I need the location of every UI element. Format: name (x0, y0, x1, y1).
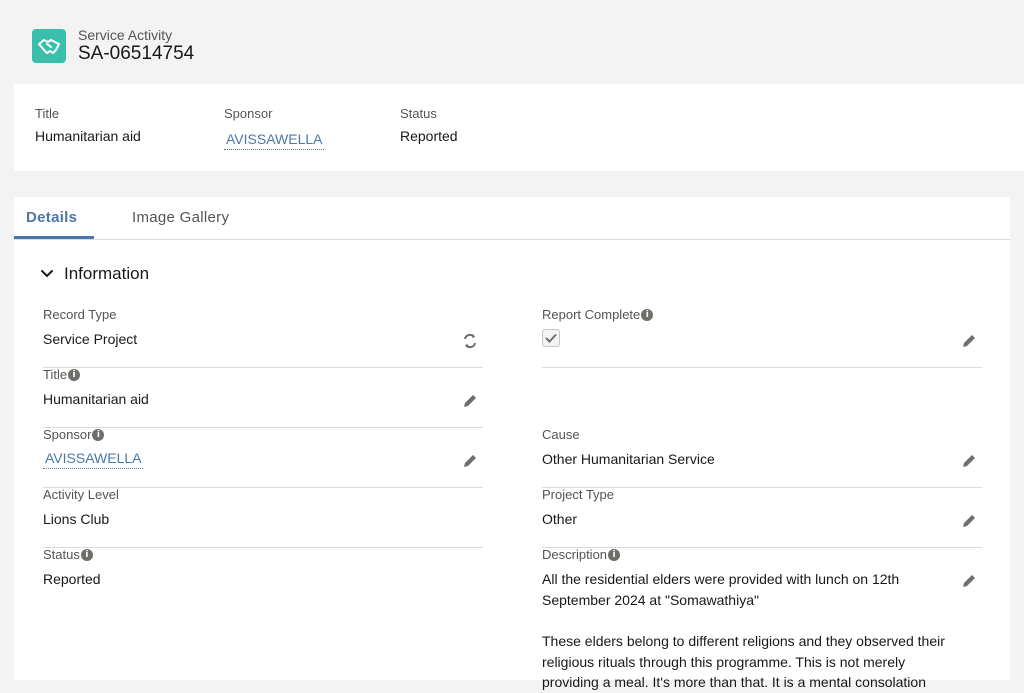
field-value: Other (542, 511, 578, 527)
field-label: Description (542, 547, 608, 562)
field-label: Cause (542, 427, 580, 442)
field-label: Status (43, 547, 80, 562)
section-header-information[interactable]: Information (40, 264, 149, 284)
field-title: Title i Humanitarian aid (43, 367, 483, 428)
active-tab-indicator (14, 236, 94, 239)
tab-details[interactable]: Details (26, 209, 77, 226)
field-report-complete: Report Complete i (542, 307, 982, 368)
edit-pencil-icon[interactable] (961, 513, 977, 529)
field-label: Record Type (43, 307, 117, 322)
field-value: Service Project (43, 331, 138, 347)
checkmark-icon (545, 333, 557, 343)
highlight-status: Status Reported (400, 106, 458, 144)
handshake-icon (32, 29, 66, 63)
highlight-sponsor: Sponsor AVISSAWELLA (224, 106, 325, 150)
change-record-type-icon[interactable] (462, 333, 478, 349)
field-label: Report Complete (542, 307, 641, 322)
highlight-status-label: Status (400, 106, 437, 121)
report-complete-checkbox (542, 329, 560, 347)
info-icon[interactable]: i (80, 548, 93, 561)
record-name: SA-06514754 (78, 43, 195, 64)
info-icon[interactable]: i (92, 428, 105, 441)
field-label: Activity Level (43, 487, 119, 502)
tab-bar: Details Image Gallery (14, 197, 1010, 240)
field-value: Lions Club (43, 511, 110, 527)
field-label: Project Type (542, 487, 615, 502)
field-label: Title (43, 367, 68, 382)
field-status: Status i Reported (43, 547, 483, 607)
info-icon[interactable]: i (68, 368, 81, 381)
highlight-title-label: Title (35, 106, 60, 121)
sponsor-link[interactable]: AVISSAWELLA (43, 450, 144, 469)
highlight-sponsor-label: Sponsor (224, 106, 273, 121)
edit-pencil-icon[interactable] (961, 333, 977, 349)
field-value: All the residential elders were provided… (542, 569, 962, 693)
info-icon[interactable]: i (641, 308, 654, 321)
highlights-panel: Title Humanitarian aid Sponsor AVISSAWEL… (14, 84, 1024, 171)
edit-pencil-icon[interactable] (462, 453, 478, 469)
info-icon[interactable]: i (608, 548, 621, 561)
field-sponsor: Sponsor i AVISSAWELLA (43, 427, 483, 488)
section-title: Information (64, 264, 150, 283)
tab-image-gallery[interactable]: Image Gallery (132, 209, 229, 226)
highlight-title: Title Humanitarian aid (35, 106, 141, 144)
object-type-label: Service Activity (78, 27, 173, 43)
field-value: Other Humanitarian Service (542, 451, 715, 467)
description-paragraph: All the residential elders were provided… (542, 571, 900, 608)
field-description: Description i All the residential elders … (542, 547, 982, 690)
edit-pencil-icon[interactable] (462, 393, 478, 409)
field-label: Sponsor (43, 427, 92, 442)
edit-pencil-icon[interactable] (961, 453, 977, 469)
field-value: Reported (43, 571, 101, 587)
description-paragraph: These elders belong to different religio… (542, 633, 945, 690)
record-detail-card: Details Image Gallery Information Record… (14, 197, 1010, 690)
field-cause: Cause Other Humanitarian Service (542, 427, 982, 488)
field-record-type: Record Type Service Project (43, 307, 483, 368)
field-project-type: Project Type Other (542, 487, 982, 548)
chevron-down-icon (41, 270, 53, 278)
field-activity-level: Activity Level Lions Club (43, 487, 483, 548)
highlight-title-value: Humanitarian aid (35, 128, 141, 144)
field-value: Humanitarian aid (43, 391, 149, 407)
highlight-sponsor-link[interactable]: AVISSAWELLA (224, 131, 325, 150)
page-header: Service Activity SA-06514754 (0, 0, 1024, 84)
edit-pencil-icon[interactable] (961, 573, 977, 589)
highlight-status-value: Reported (400, 128, 458, 144)
